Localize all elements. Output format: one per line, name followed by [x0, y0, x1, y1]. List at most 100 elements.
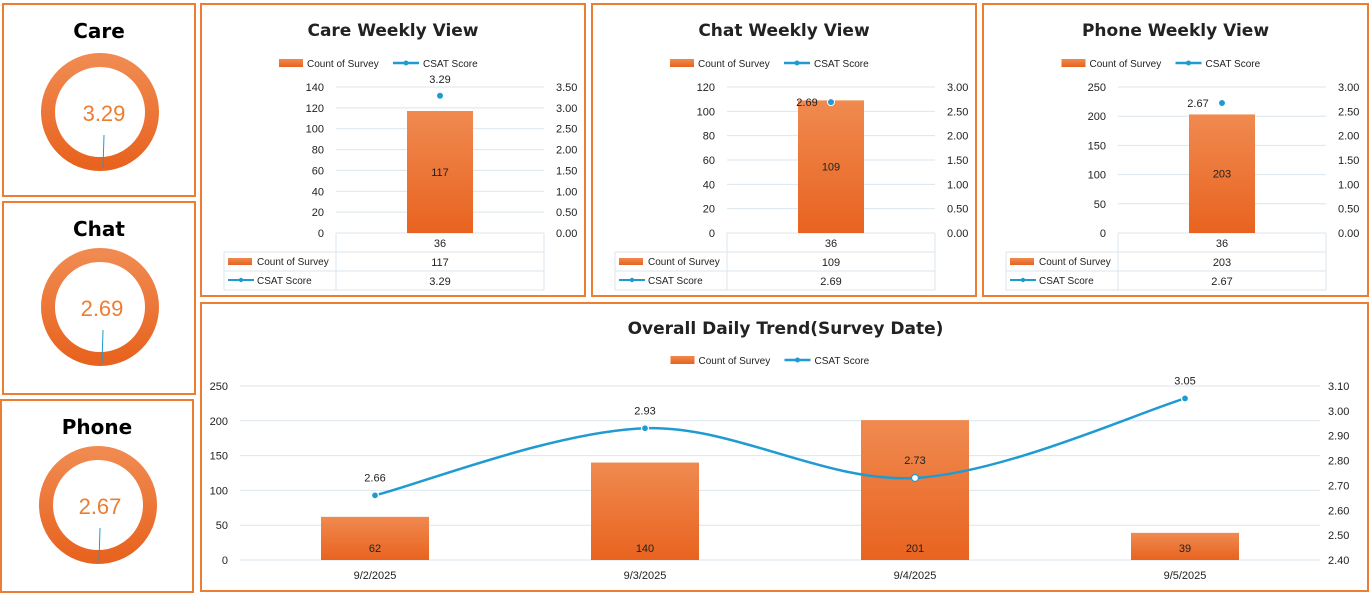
legend-label-csat: CSAT Score — [1206, 59, 1261, 70]
bar-data-label: 62 — [369, 543, 381, 555]
legend-label-count: Count of Survey — [1090, 59, 1162, 70]
y-tick-left: 100 — [210, 485, 228, 497]
y-tick-right: 2.90 — [1328, 431, 1349, 443]
y-tick-left: 150 — [210, 451, 228, 463]
y-tick-left: 50 — [216, 520, 228, 532]
data-table: 36 Count of Survey 109 CSAT Score 2.69 — [614, 233, 936, 291]
y-tick-right: 1.00 — [1338, 179, 1359, 191]
table-row-value: 2.67 — [1211, 276, 1232, 288]
bar-data-label: 109 — [822, 162, 840, 174]
y-tick-right: 2.80 — [1328, 456, 1349, 468]
y-tick-right: 2.00 — [556, 145, 577, 157]
y-tick-left: 80 — [703, 131, 715, 143]
y-tick-left: 20 — [703, 204, 715, 216]
y-tick-right: 0.50 — [556, 207, 577, 219]
y-tick-left: 200 — [210, 416, 228, 428]
daily-trend-chart: Overall Daily Trend(Survey Date) Count of… — [210, 319, 1350, 582]
chart-title: Phone Weekly View — [1082, 21, 1269, 41]
table-swatch-count — [619, 258, 643, 265]
kpi-panel-phone: Phone 2.67 — [0, 399, 194, 593]
csat-data-label: 2.69 — [796, 97, 817, 109]
table-row-label: Count of Survey — [648, 257, 720, 268]
y-tick-right: 1.50 — [1338, 155, 1359, 167]
x-tick: 9/5/2025 — [1164, 570, 1207, 582]
y-tick-right: 2.50 — [1338, 106, 1359, 118]
chart-legend: Count of Survey CSAT Score — [1061, 59, 1261, 70]
y-tick-right: 0.00 — [1338, 228, 1359, 240]
y-tick-right: 2.50 — [947, 106, 968, 118]
y-tick-left: 50 — [1094, 199, 1106, 211]
legend-label-csat: CSAT Score — [423, 59, 478, 70]
table-category: 36 — [825, 238, 837, 250]
table-swatch-count — [1010, 258, 1034, 265]
csat-point — [436, 91, 444, 100]
y-tick-right: 1.50 — [556, 165, 577, 177]
y-tick-right: 2.40 — [1328, 555, 1349, 567]
y-tick-left: 40 — [312, 186, 324, 198]
legend-marker-csat — [403, 60, 409, 66]
y-tick-right: 3.00 — [1338, 82, 1359, 94]
x-tick: 9/2/2025 — [354, 570, 397, 582]
kpi-donut: 2.69 — [41, 248, 159, 366]
y-tick-right: 2.50 — [1328, 530, 1349, 542]
legend-marker-csat — [795, 357, 800, 363]
y-tick-right: 0.00 — [947, 228, 968, 240]
csat-data-label: 2.93 — [634, 405, 655, 417]
table-category: 36 — [434, 238, 446, 250]
y-tick-left: 120 — [697, 82, 715, 94]
y-tick-right: 0.00 — [556, 228, 577, 240]
bar-data-label: 203 — [1213, 169, 1231, 181]
chart-title: Chat Weekly View — [698, 21, 870, 41]
y-tick-left: 100 — [1088, 170, 1106, 182]
y-tick-left: 120 — [306, 103, 324, 115]
care-weekly-chart: Care Weekly View Count of Survey CSAT Scor… — [223, 21, 577, 291]
kpi-panel-chat: Chat 2.69 — [2, 201, 196, 395]
y-tick-left: 0 — [222, 555, 228, 567]
legend-label-count: Count of Survey — [699, 356, 771, 367]
y-tick-left: 60 — [703, 155, 715, 167]
csat-point — [910, 473, 920, 483]
y-tick-left: 20 — [312, 207, 324, 219]
y-tick-left: 200 — [1088, 111, 1106, 123]
table-row-value: 203 — [1213, 257, 1231, 269]
y-tick-right: 3.00 — [947, 82, 968, 94]
chat-weekly-chart: Chat Weekly View Count of Survey CSAT Scor… — [614, 21, 968, 291]
chart-title: Overall Daily Trend(Survey Date) — [628, 319, 944, 339]
y-tick-left: 250 — [210, 381, 228, 393]
x-tick: 9/3/2025 — [624, 570, 667, 582]
y-tick-right: 3.00 — [1328, 406, 1349, 418]
phone-weekly-chart: Phone Weekly View Count of Survey CSAT Sco… — [1005, 21, 1359, 291]
y-tick-left: 40 — [703, 179, 715, 191]
bar-data-label: 39 — [1179, 543, 1191, 555]
legend-label-count: Count of Survey — [698, 59, 770, 70]
csat-line — [374, 397, 1186, 497]
csat-data-label: 2.73 — [904, 455, 925, 467]
legend-marker-csat — [794, 60, 800, 66]
table-row-value: 2.69 — [820, 276, 841, 288]
data-table: 36 Count of Survey 117 CSAT Score 3.29 — [223, 233, 545, 291]
table-row-value: 109 — [822, 257, 840, 269]
y-tick-right: 1.50 — [947, 155, 968, 167]
y-tick-right: 3.10 — [1328, 381, 1349, 393]
phone-weekly-panel: Phone Weekly View Count of Survey CSAT Sco… — [982, 3, 1369, 297]
table-marker-csat — [629, 277, 635, 283]
csat-point — [827, 98, 835, 107]
x-tick: 9/4/2025 — [894, 570, 937, 582]
legend-swatch-count — [1061, 59, 1086, 67]
y-tick-left: 60 — [312, 165, 324, 177]
chat-weekly-panel: Chat Weekly View Count of Survey CSAT Scor… — [591, 3, 977, 297]
legend-swatch-count — [670, 59, 694, 67]
bar — [861, 420, 969, 560]
care-weekly-panel: Care Weekly View Count of Survey CSAT Scor… — [200, 3, 586, 297]
csat-point — [1180, 394, 1190, 403]
table-marker-csat — [1020, 277, 1026, 283]
table-marker-csat — [238, 277, 244, 283]
y-tick-right: 2.60 — [1328, 505, 1349, 517]
csat-data-label: 3.29 — [429, 74, 450, 86]
y-tick-right: 3.50 — [556, 82, 577, 94]
kpi-panel-care: Care 3.29 — [2, 3, 196, 197]
kpi-donut: 3.29 — [41, 53, 159, 171]
y-tick-right: 2.00 — [947, 131, 968, 143]
bar-data-label: 140 — [636, 543, 654, 555]
y-tick-left: 100 — [697, 106, 715, 118]
